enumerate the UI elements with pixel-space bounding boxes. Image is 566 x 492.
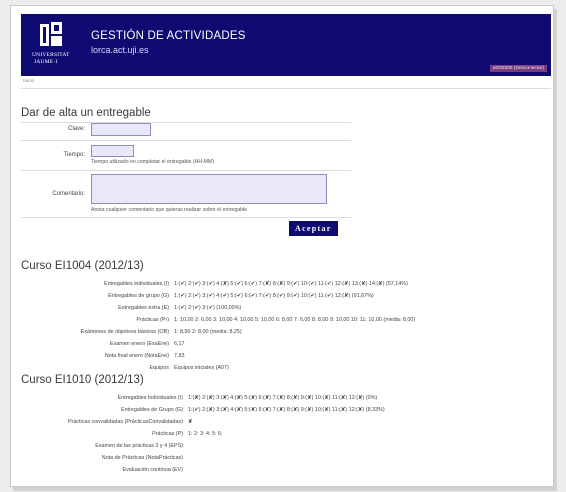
- grade-row-value: 1:(✔) 2:(✔) 3:(✔) 4:(✔) 5:(✔) 6:(✔) 7:(✔…: [174, 293, 374, 299]
- logo-line-1: UNIVERSITAT: [32, 52, 70, 58]
- breadcrumb: Inicio: [21, 77, 551, 89]
- grade-row-value: 1:(✘) 2:(✘) 3:(✘) 4:(✘) 5:(✘) 6:(✘) 7:(✘…: [188, 395, 378, 401]
- course-title: Curso EI1010 (2012/13): [21, 374, 144, 386]
- grade-row-value: Equipos iniciales (A07): [174, 365, 229, 371]
- university-logo[interactable]: UNIVERSITAT JAUME·I: [32, 22, 69, 72]
- grade-row-label: Prácticas (Pr): [136, 317, 169, 323]
- app-title: GESTIÓN DE ACTIVIDADES: [91, 30, 246, 42]
- logo-text: UNIVERSITAT JAUME·I: [32, 52, 74, 66]
- grade-row-label: Nota final enero (NotaEne): [104, 353, 169, 359]
- grade-row-label: Prácticas (P): [152, 431, 183, 437]
- form-divider: [21, 170, 351, 171]
- grade-row-label: Exámenes de objetivos básicos (OB): [80, 329, 169, 335]
- user-logout-link[interactable]: al259309 (Desconectar): [489, 65, 547, 72]
- grade-row-label: Prácticas convalidadas (PrácticasConvali…: [67, 419, 183, 425]
- grade-row-label: Evaluación continua (EV): [122, 467, 183, 473]
- university-logo-icon: [40, 22, 62, 46]
- grade-row-value: 1:(✔) 2:(✘) 3:(✘) 4:(✘) 5:(✘) 6:(✘) 7:(✘…: [188, 407, 385, 413]
- form-divider: [21, 140, 351, 141]
- page-container: UNIVERSITAT JAUME·I GESTIÓN DE ACTIVIDAD…: [10, 5, 554, 487]
- grade-row-value: 6,17: [174, 341, 185, 347]
- grade-row-value: ✘: [188, 419, 193, 425]
- logo-line-2: JAUME·I: [34, 59, 58, 65]
- grade-row-label: Entregables de Grupo (G): [120, 407, 183, 413]
- grade-row-label: Examen de las prácticas 3 y 4 (EPS): [95, 443, 183, 449]
- tiempo-input[interactable]: [91, 145, 134, 157]
- comentario-textarea[interactable]: [91, 174, 327, 204]
- tiempo-label: Tiempo:: [63, 152, 85, 158]
- comentario-hint: Anota cualquier comentario que quieras r…: [91, 207, 248, 213]
- grade-row-label: Equipos: [149, 365, 169, 371]
- accept-button[interactable]: Aceptar: [289, 221, 338, 236]
- grade-row-value: 1: 10,00 2: 6,00 3: 10,00 4: 10,00 5: 10…: [174, 317, 416, 323]
- clave-label: Clave:: [67, 126, 85, 132]
- grade-row-label: Entregables de grupo (G): [108, 293, 169, 299]
- grade-row-value: 1:(✔) 2:(✔) 3:(✔) 4:(✘) 5:(✔) 6:(✔) 7:(✘…: [174, 281, 408, 287]
- clave-input[interactable]: [91, 123, 151, 136]
- grade-row-label: Entregables Individuales (I): [117, 395, 183, 401]
- grade-row-label: Entregables individuales (I): [103, 281, 169, 287]
- tiempo-hint: Tiempo utilizado en completar el entrega…: [91, 159, 214, 165]
- grade-row-value: 1: 8,50 2: 8,00 (media: 8,25): [174, 329, 242, 335]
- form-heading: Dar de alta un entregable: [21, 107, 151, 119]
- breadcrumb-home-link[interactable]: Inicio: [23, 79, 34, 84]
- grade-row-label: Entregables extra (E): [118, 305, 169, 311]
- grade-row-value: 1: 2: 3: 4: 5: 6:: [188, 431, 223, 437]
- comentario-label: Comentario:: [52, 191, 85, 197]
- form-divider: [21, 217, 351, 218]
- course-title: Curso EI1004 (2012/13): [21, 260, 144, 272]
- grade-row-label: Examen enero (ExaEne): [109, 341, 169, 347]
- form-divider: [21, 122, 351, 123]
- grade-row-value: 1:(✔) 2:(✔) 3:(✔) (100,00%): [174, 305, 242, 311]
- app-header: UNIVERSITAT JAUME·I GESTIÓN DE ACTIVIDAD…: [21, 14, 551, 76]
- grade-row-label: Nota de Prácticas (NotaPrácticas): [101, 455, 183, 461]
- grade-row-value: 7,83: [174, 353, 185, 359]
- app-host: lorca.act.uji.es: [91, 45, 149, 55]
